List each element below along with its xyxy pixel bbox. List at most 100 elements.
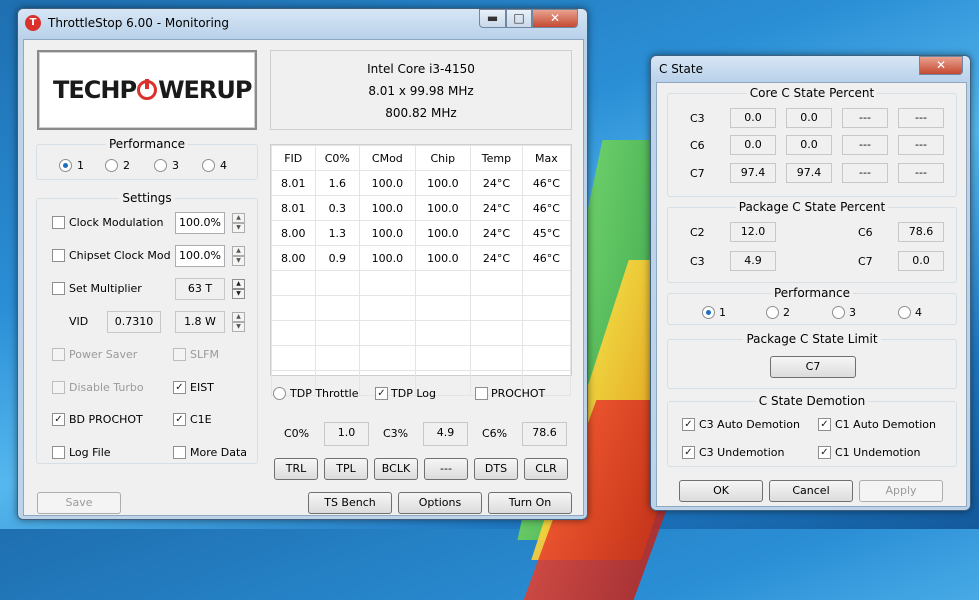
close-button[interactable]: ✕ <box>532 9 578 28</box>
bd-prochot-label: BD PROCHOT <box>69 413 143 426</box>
cstate-performance-radio-3[interactable] <box>832 306 845 319</box>
table-row: 8.01 1.6 100.0 100.0 24°C 46°C <box>271 170 572 196</box>
clock-modulation-label: Clock Modulation <box>69 216 164 229</box>
tdp-throttle-radio[interactable] <box>273 387 286 400</box>
c1-auto-demotion-checkbox[interactable]: ✓ <box>818 418 831 431</box>
chipset-clock-mod-field[interactable]: 100.0% <box>175 245 225 267</box>
cstate-titlebar[interactable]: C State ✕ <box>651 56 970 82</box>
c1-undemotion-checkbox[interactable]: ✓ <box>818 446 831 459</box>
c3-undemotion-label: C3 Undemotion <box>699 446 785 459</box>
eist-checkbox[interactable]: ✓ <box>173 381 186 394</box>
table-cell: 46°C <box>521 245 572 271</box>
minimize-button[interactable]: ▬ <box>479 9 506 28</box>
set-multiplier-spinner[interactable]: ▲ ▼ <box>232 279 245 299</box>
package-c6-label: C6 <box>858 226 873 239</box>
maximize-button[interactable]: □ <box>506 9 532 28</box>
vid-watts-field[interactable]: 1.8 W <box>175 311 225 333</box>
set-multiplier-field[interactable]: 63 T <box>175 278 225 300</box>
core-c3-value-1: 0.0 <box>730 108 776 128</box>
package-cstate-group: Package C State Percent C2 12.0 C6 78.6 … <box>667 200 957 283</box>
set-multiplier-checkbox[interactable] <box>52 282 65 295</box>
log-file-checkbox[interactable] <box>52 446 65 459</box>
blank-button[interactable]: --- <box>424 458 468 480</box>
cstate-limit-button[interactable]: C7 <box>770 356 856 378</box>
main-client-area: TECHP WERUP Intel Core i3-4150 8.01 x 99.… <box>23 39 584 516</box>
package-c2-value: 12.0 <box>730 222 776 242</box>
tpl-button[interactable]: TPL <box>324 458 368 480</box>
performance-option-4: 4 <box>220 159 227 172</box>
clock-modulation-spinner[interactable]: ▲ ▼ <box>232 213 245 233</box>
table-cell: 24°C <box>470 195 523 221</box>
cstate-limit-label: Package C State Limit <box>743 332 881 346</box>
ok-button[interactable]: OK <box>679 480 763 502</box>
performance-radio-2[interactable] <box>105 159 118 172</box>
dts-button[interactable]: DTS <box>474 458 518 480</box>
trl-button[interactable]: TRL <box>274 458 318 480</box>
c0-value: 1.0 <box>324 422 369 446</box>
cstate-performance-option-4: 4 <box>915 306 922 319</box>
performance-radio-3[interactable] <box>154 159 167 172</box>
slfm-label: SLFM <box>190 348 219 361</box>
slfm-checkbox[interactable] <box>173 348 186 361</box>
cstate-demotion-label: C State Demotion <box>755 394 869 408</box>
clr-button[interactable]: CLR <box>524 458 568 480</box>
table-cell: 24°C <box>470 170 523 196</box>
turn-on-button[interactable]: Turn On <box>488 492 572 514</box>
table-cell: 100.0 <box>414 220 472 246</box>
package-c7-label: C7 <box>858 255 873 268</box>
cstate-close-button[interactable]: ✕ <box>919 56 963 75</box>
apply-button[interactable]: Apply <box>859 480 943 502</box>
c3-undemotion-checkbox[interactable]: ✓ <box>682 446 695 459</box>
core-cstate-group: Core C State Percent C3 0.0 0.0 --- --- … <box>667 86 957 197</box>
vid-watts-spinner[interactable]: ▲ ▼ <box>232 312 245 332</box>
cstate-performance-radio-2[interactable] <box>766 306 779 319</box>
cstate-performance-radio-1[interactable] <box>702 306 715 319</box>
table-row-empty <box>271 270 572 296</box>
cancel-button[interactable]: Cancel <box>769 480 853 502</box>
logo-text-part1: TECHP <box>53 76 137 104</box>
clock-modulation-checkbox[interactable] <box>52 216 65 229</box>
save-button[interactable]: Save <box>37 492 121 514</box>
set-multiplier-label: Set Multiplier <box>69 282 142 295</box>
cstate-demotion-group: C State Demotion ✓ C3 Auto Demotion ✓ C1… <box>667 394 957 467</box>
performance-option-1: 1 <box>77 159 84 172</box>
power-saver-checkbox[interactable] <box>52 348 65 361</box>
chipset-clock-mod-spinner[interactable]: ▲ ▼ <box>232 246 245 266</box>
table-row-empty <box>271 295 572 321</box>
table-cell: 100.0 <box>359 170 416 196</box>
more-data-label: More Data <box>190 446 248 459</box>
techpowerup-logo[interactable]: TECHP WERUP <box>37 50 257 130</box>
disable-turbo-checkbox[interactable] <box>52 381 65 394</box>
cstate-limit-group: Package C State Limit C7 <box>667 332 957 389</box>
c3-auto-demotion-checkbox[interactable]: ✓ <box>682 418 695 431</box>
core-c3-value-4: --- <box>898 108 944 128</box>
performance-option-3: 3 <box>172 159 179 172</box>
c3-value: 4.9 <box>423 422 468 446</box>
performance-label: Performance <box>105 137 189 151</box>
bd-prochot-checkbox[interactable]: ✓ <box>52 413 65 426</box>
c1e-checkbox[interactable]: ✓ <box>173 413 186 426</box>
more-data-checkbox[interactable] <box>173 446 186 459</box>
throttlestop-app-icon: T <box>25 15 41 31</box>
prochot-checkbox[interactable] <box>475 387 488 400</box>
clock-modulation-field[interactable]: 100.0% <box>175 212 225 234</box>
table-cell: 100.0 <box>414 195 472 221</box>
core-c7-value-3: --- <box>842 163 888 183</box>
ts-bench-button[interactable]: TS Bench <box>308 492 392 514</box>
performance-option-2: 2 <box>123 159 130 172</box>
package-c6-value: 78.6 <box>898 222 944 242</box>
chipset-clock-mod-checkbox[interactable] <box>52 249 65 262</box>
main-titlebar[interactable]: T ThrottleStop 6.00 - Monitoring ▬ □ ✕ <box>18 9 587 39</box>
cstate-window-title: C State <box>659 62 703 76</box>
tdp-log-checkbox[interactable]: ✓ <box>375 387 388 400</box>
table-row: 8.00 1.3 100.0 100.0 24°C 45°C <box>271 220 572 246</box>
options-button[interactable]: Options <box>398 492 482 514</box>
performance-group: Performance 1 2 3 4 <box>36 137 258 180</box>
power-saver-label: Power Saver <box>69 348 138 361</box>
performance-radio-1[interactable] <box>59 159 72 172</box>
tdp-throttle-label: TDP Throttle <box>290 387 359 400</box>
table-header-cmod: CMod <box>359 145 416 171</box>
bclk-button[interactable]: BCLK <box>374 458 418 480</box>
cstate-performance-radio-4[interactable] <box>898 306 911 319</box>
performance-radio-4[interactable] <box>202 159 215 172</box>
